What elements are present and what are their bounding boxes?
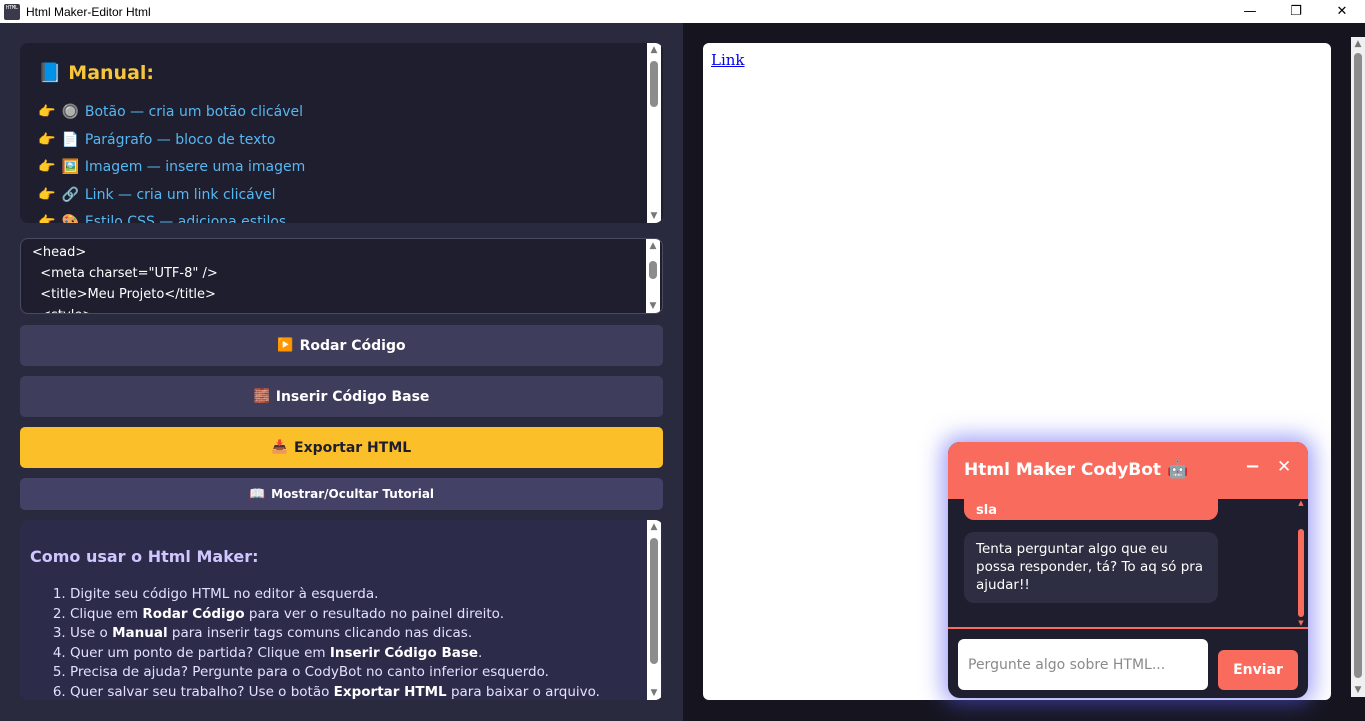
manual-item-label: Estilo CSS — adiciona estilos: [84, 214, 287, 223]
radio-button-icon: 🔘: [61, 104, 79, 120]
manual-item-css[interactable]: 👉 🎨 Estilo CSS — adiciona estilos: [38, 211, 305, 223]
manual-scrollbar[interactable]: ▲ ▼: [647, 43, 661, 223]
open-book-icon: 📖: [248, 486, 266, 502]
chat-messages: sla Tenta perguntar algo que eu possa re…: [948, 499, 1308, 627]
export-html-label: Exportar HTML: [294, 439, 412, 456]
chatbot-close-icon[interactable]: ✕: [1277, 457, 1291, 477]
manual-title: 📘 Manual:: [38, 61, 154, 84]
scroll-thumb[interactable]: [650, 61, 658, 107]
tutorial-step: Quer um ponto de partida? Clique em Inse…: [70, 644, 600, 664]
close-button[interactable]: ✕: [1319, 0, 1365, 23]
code-editor-content[interactable]: <head> <meta charset="UTF-8" /> <title>M…: [32, 242, 218, 313]
scroll-up-icon[interactable]: ▲: [1351, 37, 1365, 51]
tutorial-steps: Digite seu código HTML no editor à esque…: [70, 585, 600, 700]
manual-item-label: Botão — cria um botão clicável: [84, 104, 303, 120]
toggle-tutorial-button[interactable]: 📖 Mostrar/Ocultar Tutorial: [20, 478, 663, 510]
user-message-text: sla: [976, 503, 997, 518]
window-title-bar: HTML Html Maker-Editor Html — ❐ ✕: [0, 0, 1365, 23]
insert-base-code-button[interactable]: 🧱 Inserir Código Base: [20, 376, 663, 417]
manual-item-label: Imagem — insere uma imagem: [84, 159, 306, 175]
scroll-down-icon[interactable]: ▼: [1351, 683, 1365, 697]
manual-item-label: Link — cria um link clicável: [84, 186, 276, 203]
download-icon: 📥: [271, 440, 288, 455]
tutorial-step: Clique em Rodar Código para ver o result…: [70, 605, 600, 625]
scroll-up-icon[interactable]: ▲: [647, 43, 661, 57]
scroll-down-icon[interactable]: ▼: [647, 686, 661, 700]
scroll-down-icon[interactable]: ▼: [646, 299, 660, 313]
minimize-button[interactable]: —: [1227, 0, 1273, 23]
scroll-thumb[interactable]: [1354, 53, 1362, 678]
manual-list: 👉 🔘 Botão — cria um botão clicável 👉 📄 Parág…: [38, 101, 305, 223]
chatbot-window: Html Maker CodyBot 🤖 − ✕ sla Tenta pergu…: [948, 442, 1308, 698]
scroll-down-icon[interactable]: ▼: [647, 209, 661, 223]
scroll-thumb[interactable]: [650, 538, 658, 664]
left-panel: 📘 Manual: 👉 🔘 Botão — cria um botão clicáv…: [0, 23, 683, 721]
palette-icon: 🎨: [61, 214, 79, 223]
page-scrollbar[interactable]: ▲ ▼: [1351, 37, 1365, 697]
pointing-hand-icon: 👉: [38, 186, 56, 203]
chat-input[interactable]: [958, 639, 1208, 690]
book-icon: 📘: [38, 62, 62, 84]
window-controls: — ❐ ✕: [1227, 0, 1365, 23]
tutorial-panel: Como usar o Html Maker: Digite seu códig…: [20, 520, 663, 700]
robot-icon: 🤖: [1166, 460, 1189, 480]
document-icon: 📄: [61, 131, 79, 148]
chat-divider: [948, 627, 1308, 629]
manual-title-text: Manual:: [68, 62, 155, 84]
scroll-thumb[interactable]: [649, 261, 657, 279]
scroll-thumb[interactable]: [1298, 529, 1304, 617]
pointing-hand-icon: 👉: [38, 159, 56, 175]
play-icon: ▶️: [277, 338, 294, 353]
scroll-down-icon[interactable]: ▼: [1296, 619, 1306, 627]
bot-message: Tenta perguntar algo que eu possa respon…: [964, 532, 1218, 603]
export-html-button[interactable]: 📥 Exportar HTML: [20, 427, 663, 468]
chatbot-title-text: Html Maker CodyBot: [964, 460, 1162, 480]
pointing-hand-icon: 👉: [38, 131, 56, 148]
chat-scrollbar[interactable]: ▲ ▼: [1296, 499, 1306, 627]
manual-item-button[interactable]: 👉 🔘 Botão — cria um botão clicável: [38, 101, 305, 129]
manual-item-label: Parágrafo — bloco de texto: [84, 131, 276, 148]
picture-icon: 🖼️: [61, 159, 79, 175]
app-icon: HTML: [4, 3, 20, 20]
scroll-up-icon[interactable]: ▲: [646, 239, 660, 253]
run-code-label: Rodar Código: [299, 337, 406, 354]
insert-base-code-label: Inserir Código Base: [275, 388, 430, 405]
chatbot-title: Html Maker CodyBot 🤖: [964, 460, 1188, 480]
chatbot-minimize-icon[interactable]: −: [1245, 456, 1260, 477]
link-icon: 🔗: [61, 186, 79, 203]
pointing-hand-icon: 👉: [38, 104, 56, 120]
editor-scrollbar[interactable]: ▲ ▼: [646, 239, 660, 313]
manual-item-link[interactable]: 👉 🔗 Link — cria um link clicável: [38, 184, 305, 212]
tutorial-step: Use o Manual para inserir tags comuns cl…: [70, 624, 600, 644]
manual-item-image[interactable]: 👉 🖼️ Imagem — insere uma imagem: [38, 156, 305, 184]
tutorial-title: Como usar o Html Maker:: [30, 547, 259, 566]
tutorial-scrollbar[interactable]: ▲ ▼: [647, 520, 661, 700]
toggle-tutorial-label: Mostrar/Ocultar Tutorial: [271, 487, 435, 501]
run-code-button[interactable]: ▶️ Rodar Código: [20, 325, 663, 366]
scroll-up-icon[interactable]: ▲: [647, 520, 661, 534]
pointing-hand-icon: 👉: [38, 214, 56, 223]
tutorial-step: Quer salvar seu trabalho? Use o botão Ex…: [70, 683, 600, 700]
manual-item-paragraph[interactable]: 👉 📄 Parágrafo — bloco de texto: [38, 129, 305, 157]
maximize-button[interactable]: ❐: [1273, 0, 1319, 23]
tutorial-step: Precisa de ajuda? Pergunte para o CodyBo…: [70, 663, 600, 683]
preview-link[interactable]: Link: [711, 51, 745, 69]
manual-panel: 📘 Manual: 👉 🔘 Botão — cria um botão clicáv…: [20, 43, 663, 223]
send-button[interactable]: Enviar: [1218, 650, 1298, 690]
window-title: Html Maker-Editor Html: [26, 4, 151, 19]
code-editor[interactable]: <head> <meta charset="UTF-8" /> <title>M…: [20, 238, 663, 314]
bricks-icon: 🧱: [253, 389, 270, 404]
user-message: sla: [964, 499, 1218, 520]
scroll-up-icon[interactable]: ▲: [1296, 499, 1306, 507]
chatbot-header: Html Maker CodyBot 🤖 − ✕: [948, 442, 1308, 499]
tutorial-step: Digite seu código HTML no editor à esque…: [70, 585, 600, 605]
